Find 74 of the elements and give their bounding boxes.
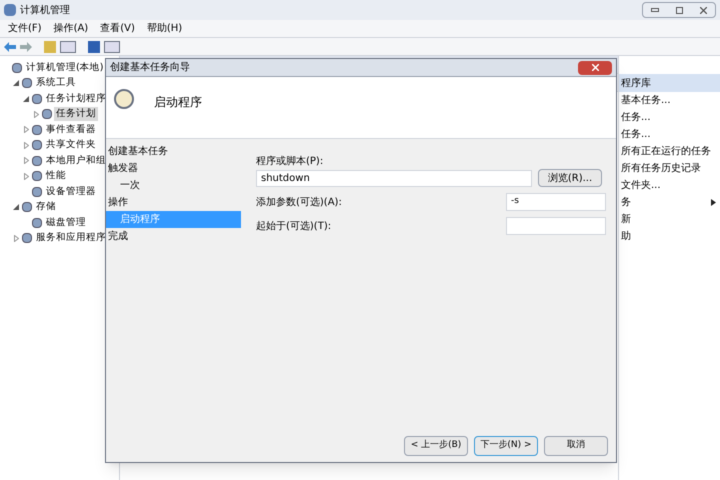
collapse-arrow-icon[interactable] xyxy=(13,204,19,210)
expand-arrow-icon[interactable] xyxy=(24,126,28,134)
wizard-step[interactable]: 操作 xyxy=(106,194,241,211)
tree-node-icon xyxy=(32,156,42,166)
tree-item[interactable]: 计算机管理(本地) xyxy=(24,60,106,75)
tree-item[interactable]: 共享文件夹 xyxy=(44,138,98,152)
tree-node-icon xyxy=(32,140,42,150)
action-item[interactable]: 务 xyxy=(621,195,711,210)
submenu-arrow-icon xyxy=(711,199,716,206)
back-arrow-icon[interactable] xyxy=(4,42,16,52)
menu-item[interactable]: 操作(A) xyxy=(54,21,88,36)
panel-icon[interactable] xyxy=(60,40,76,52)
tree-item[interactable]: 事件查看器 xyxy=(44,122,98,137)
tree-item[interactable]: 系统工具 xyxy=(34,76,78,90)
expand-arrow-icon[interactable] xyxy=(24,142,28,149)
wizard-step[interactable]: 完成 xyxy=(106,228,241,245)
action-item[interactable]: 新 xyxy=(621,212,716,227)
minimize-icon xyxy=(651,8,659,12)
arguments-field[interactable]: -s xyxy=(506,193,606,211)
close-icon xyxy=(592,64,598,71)
action-item[interactable]: 所有任务历史记录 xyxy=(621,161,716,176)
action-item[interactable]: 基本任务... xyxy=(621,93,716,108)
panel-icon[interactable] xyxy=(104,40,120,52)
start-in-field[interactable] xyxy=(506,217,606,235)
program-field[interactable]: shutdown xyxy=(256,170,532,186)
actions-header: 程序库 xyxy=(619,74,720,92)
expand-arrow-icon[interactable] xyxy=(24,157,28,164)
tree-item[interactable]: 性能 xyxy=(44,169,68,184)
tree-node-icon xyxy=(42,109,52,120)
browse-button[interactable]: 浏览(R)... xyxy=(538,169,602,187)
tree-node-icon xyxy=(12,62,22,73)
expand-arrow-icon[interactable] xyxy=(24,172,28,180)
expand-arrow-icon[interactable] xyxy=(34,110,38,118)
expand-arrow-icon[interactable] xyxy=(14,234,18,242)
tree-node-icon xyxy=(32,218,42,228)
window-title: 计算机管理 xyxy=(20,4,70,18)
tree-item[interactable]: 设备管理器 xyxy=(44,184,98,199)
action-item[interactable]: 任务... xyxy=(621,127,716,142)
close-button[interactable] xyxy=(578,60,612,74)
tree-node-icon xyxy=(22,78,32,88)
tree-node-icon xyxy=(22,233,32,244)
field-label: 起始于(可选)(T): xyxy=(256,220,332,234)
maximize-icon xyxy=(676,6,682,14)
action-item[interactable]: 所有正在运行的任务 xyxy=(621,144,716,159)
wizard-button[interactable]: 下一步(N) > xyxy=(474,436,538,456)
dialog-heading: 启动程序 xyxy=(154,94,202,111)
tree-node-icon xyxy=(32,186,42,197)
tree-item[interactable]: 任务计划程序 xyxy=(44,92,108,106)
collapse-arrow-icon[interactable] xyxy=(23,96,29,102)
dialog-title: 创建基本任务向导 xyxy=(110,60,190,75)
field-label: 添加参数(可选)(A): xyxy=(256,196,343,210)
wizard-step[interactable]: 创建基本任务 xyxy=(106,143,241,160)
tree-node-icon xyxy=(22,202,32,212)
wizard-button[interactable]: < 上一步(B) xyxy=(404,436,468,456)
tree-node-icon xyxy=(32,171,42,182)
tree-node-icon xyxy=(32,124,42,135)
tree-item[interactable]: 存储 xyxy=(34,200,58,214)
tree-item[interactable]: 服务和应用程序 xyxy=(34,231,108,246)
tree-item[interactable]: 本地用户和组 xyxy=(44,154,108,168)
menu-item[interactable]: 查看(V) xyxy=(100,21,135,36)
menu-item[interactable]: 文件(F) xyxy=(8,21,42,36)
action-item[interactable]: 助 xyxy=(621,229,716,244)
menu-item[interactable]: 帮助(H) xyxy=(146,21,182,36)
collapse-arrow-icon[interactable] xyxy=(13,80,19,86)
wizard-step[interactable]: 一次 xyxy=(106,177,241,194)
field-label: 程序或脚本(P): xyxy=(256,154,324,169)
tree-item[interactable]: 磁盘管理 xyxy=(44,216,88,230)
tree-node-icon xyxy=(32,94,42,104)
tree-item[interactable]: 任务计划 xyxy=(54,107,98,122)
close-icon xyxy=(700,6,706,14)
wizard-button[interactable]: 取消 xyxy=(544,436,608,456)
wizard-step[interactable]: 触发器 xyxy=(106,160,241,177)
action-item[interactable]: 文件夹... xyxy=(621,178,716,193)
action-item[interactable]: 任务... xyxy=(621,110,716,125)
